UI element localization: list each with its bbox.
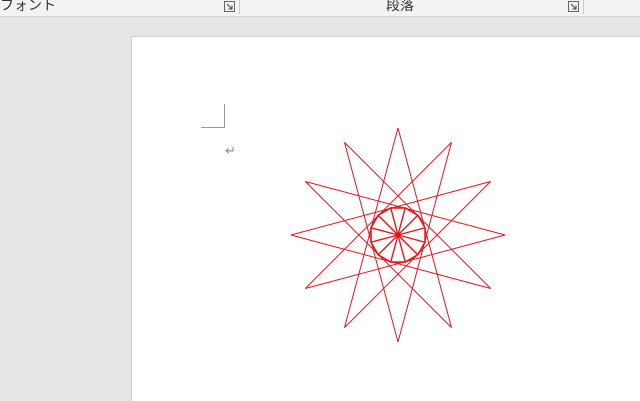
paragraph-group-label: 段落 bbox=[386, 0, 414, 14]
group-separator bbox=[583, 0, 584, 14]
twelve-point-star-shape[interactable] bbox=[284, 124, 510, 348]
paragraph-dialog-launcher-icon[interactable] bbox=[568, 1, 579, 12]
star-center-spokes bbox=[370, 207, 426, 263]
paragraph-mark[interactable]: ↵ bbox=[225, 144, 236, 160]
group-separator bbox=[239, 0, 240, 14]
ribbon-group-labels: フォント 段落 bbox=[0, 0, 640, 17]
text-margin-corner-mark bbox=[201, 104, 225, 128]
font-group-label: フォント bbox=[0, 0, 56, 14]
font-dialog-launcher-icon[interactable] bbox=[224, 1, 235, 12]
